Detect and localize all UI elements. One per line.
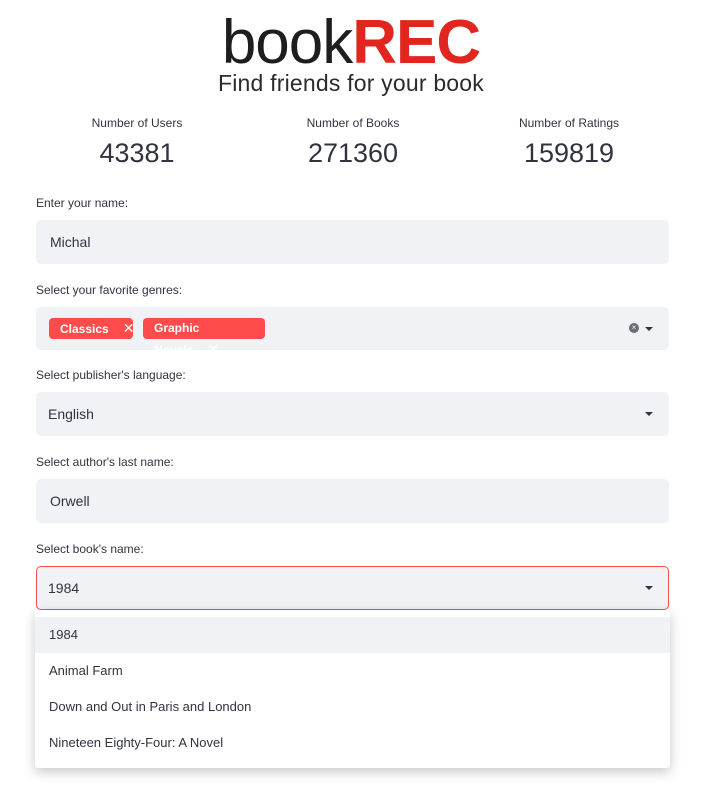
language-field-label: Select publisher's language:: [36, 368, 186, 382]
genres-field-label: Select your favorite genres:: [36, 283, 183, 297]
clear-all-icon[interactable]: ×: [629, 323, 639, 333]
author-input-value: Orwell: [50, 493, 90, 509]
metric-books: Number of Books 271360: [253, 116, 453, 169]
book-option[interactable]: Nineteen Eighty-Four: A Novel: [35, 725, 670, 761]
language-select-value: English: [48, 406, 94, 422]
metric-label: Number of Users: [91, 116, 183, 130]
book-select[interactable]: 1984: [36, 566, 669, 610]
name-input[interactable]: Michal: [36, 220, 669, 264]
metric-ratings: Number of Ratings 159819: [469, 116, 669, 169]
name-field-label: Enter your name:: [36, 196, 129, 210]
book-option[interactable]: Down and Out in Paris and London: [35, 689, 670, 725]
book-options-list: 1984 Animal Farm Down and Out in Paris a…: [35, 610, 670, 768]
app-logo: bookREC Find friends for your book: [0, 12, 702, 97]
name-input-value: Michal: [50, 234, 91, 250]
genres-multiselect[interactable]: Classics ✕ Graphic Novels ✕ ×: [36, 307, 669, 357]
metric-value: 43381: [99, 138, 175, 168]
chevron-down-icon[interactable]: [645, 327, 653, 331]
logo-wordmark: bookREC: [0, 12, 702, 74]
metric-value: 159819: [523, 138, 615, 168]
metric-users: Number of Users 43381: [37, 116, 237, 169]
book-field-label: Select book's name:: [36, 542, 144, 556]
author-input[interactable]: Orwell: [36, 479, 669, 523]
remove-tag-icon[interactable]: ✕: [207, 341, 219, 357]
chevron-down-icon[interactable]: [645, 586, 653, 590]
metric-label: Number of Books: [306, 116, 400, 130]
genre-tag-classics[interactable]: Classics ✕: [49, 318, 135, 339]
metric-label: Number of Ratings: [518, 116, 620, 130]
chevron-down-icon[interactable]: [645, 412, 653, 416]
book-select-value: 1984: [48, 580, 80, 596]
remove-tag-icon[interactable]: ✕: [123, 320, 135, 336]
genre-tag-label: Classics: [60, 322, 109, 336]
genre-tag-graphic-novels[interactable]: Graphic Novels ✕: [143, 318, 265, 357]
author-field-label: Select author's last name:: [36, 455, 174, 469]
metric-value: 271360: [307, 138, 399, 168]
language-select[interactable]: English: [36, 392, 669, 436]
book-option[interactable]: Animal Farm: [35, 653, 670, 689]
logo-tagline: Find friends for your book: [218, 70, 484, 96]
logo-word-book: book: [221, 8, 353, 77]
genre-tag-label: Graphic Novels: [154, 321, 200, 357]
logo-word-rec: REC: [352, 8, 481, 77]
book-option[interactable]: 1984: [35, 617, 670, 653]
